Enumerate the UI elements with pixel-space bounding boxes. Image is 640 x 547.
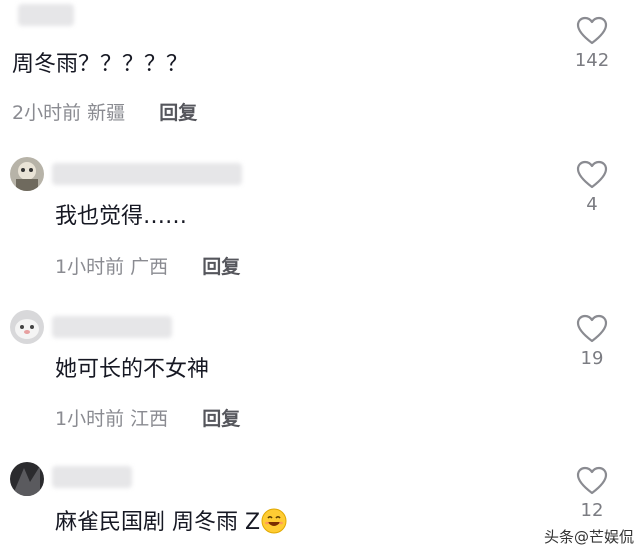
- like-count: 142: [574, 50, 610, 71]
- avatar[interactable]: [10, 462, 44, 496]
- heart-icon: [576, 314, 608, 343]
- like-button[interactable]: 19: [562, 314, 622, 370]
- grinning-face-emoji-icon: [261, 508, 287, 534]
- comment-time: 1小时前: [55, 256, 125, 278]
- reply-button[interactable]: 回复: [159, 102, 197, 124]
- comment-meta: 1小时前 广西 回复: [55, 254, 240, 280]
- heart-icon: [576, 160, 608, 189]
- like-button[interactable]: 12: [562, 466, 622, 522]
- username-blurred: [52, 466, 132, 488]
- avatar-image: [14, 466, 40, 496]
- comment-time: 2小时前: [12, 102, 82, 124]
- comment-meta: 2小时前 新疆 回复: [12, 100, 197, 126]
- avatar[interactable]: [10, 310, 44, 344]
- comment-location: 广西: [130, 256, 169, 278]
- username-blurred: [52, 316, 172, 338]
- username-blurred: [18, 4, 74, 26]
- comment-text: 我也觉得……: [55, 204, 188, 229]
- reply-button[interactable]: 回复: [202, 256, 240, 278]
- avatar[interactable]: [10, 157, 44, 191]
- comment-meta: 1小时前 江西 回复: [55, 406, 240, 432]
- like-count: 12: [580, 500, 604, 521]
- comment-time: 1小时前: [55, 408, 125, 430]
- heart-icon: [576, 466, 608, 495]
- like-button[interactable]: 4: [562, 160, 622, 216]
- comment-text: 周冬雨？？？？？: [12, 52, 189, 77]
- comment-text: 麻雀民国剧 周冬雨 Z: [55, 508, 287, 538]
- like-count: 4: [586, 194, 598, 215]
- comment-location: 江西: [130, 408, 169, 430]
- comment-location: 新疆: [87, 102, 126, 124]
- comment-text: 她可长的不女神: [55, 357, 210, 382]
- like-count: 19: [580, 348, 604, 369]
- heart-icon: [576, 16, 608, 45]
- avatar-image: [16, 162, 38, 191]
- like-button[interactable]: 142: [562, 16, 622, 72]
- username-blurred: [52, 163, 242, 185]
- watermark: 头条@芒娱侃: [543, 528, 634, 546]
- reply-button[interactable]: 回复: [202, 408, 240, 430]
- comment-text-content: 麻雀民国剧 周冬雨 Z: [55, 510, 261, 535]
- avatar-image: [15, 319, 39, 339]
